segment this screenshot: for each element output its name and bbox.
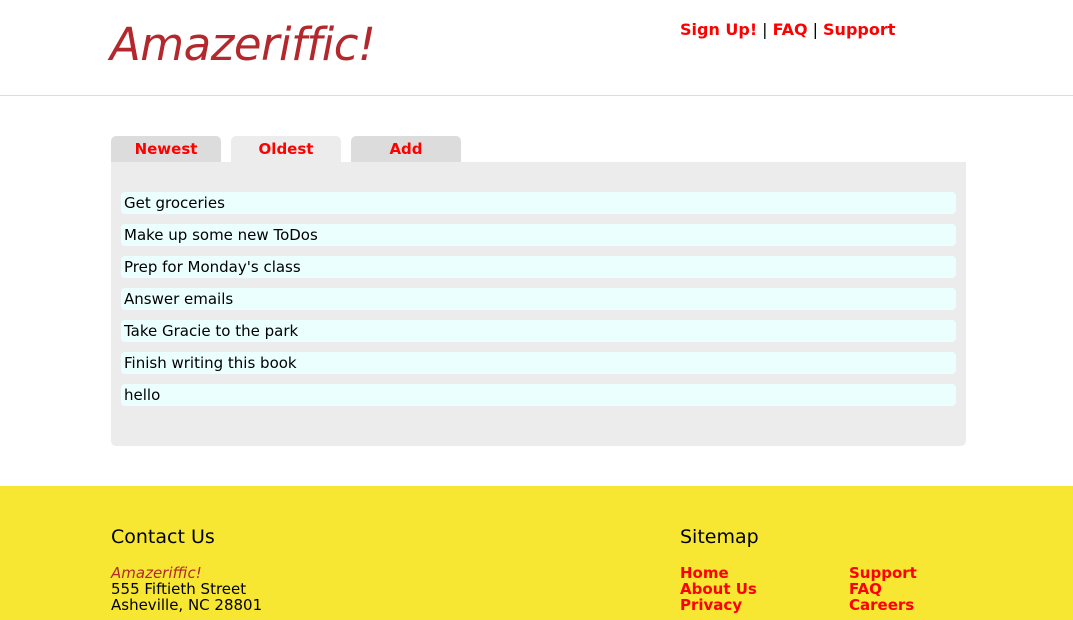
contact-city: Asheville, NC 28801	[111, 596, 263, 614]
contact-brand: Amazeriffic!	[111, 564, 202, 582]
support-link[interactable]: Support	[823, 20, 895, 39]
sitemap-careers-link[interactable]: Careers	[849, 597, 917, 613]
sitemap-about-link[interactable]: About Us	[680, 581, 757, 597]
tab-oldest[interactable]: Oldest	[231, 136, 341, 162]
nav-separator: |	[762, 20, 768, 39]
todo-list: Get groceries Make up some new ToDos Pre…	[121, 192, 956, 416]
sitemap-faq-link[interactable]: FAQ	[849, 581, 917, 597]
site-footer: Contact Us Amazeriffic! 555 Fiftieth Str…	[0, 486, 1073, 620]
todo-item[interactable]: Take Gracie to the park	[121, 320, 956, 342]
contact-heading: Contact Us	[111, 526, 215, 548]
top-nav: Sign Up! | FAQ | Support	[680, 20, 895, 39]
todo-item[interactable]: hello	[121, 384, 956, 406]
contact-section: Contact Us Amazeriffic! 555 Fiftieth Str…	[111, 526, 262, 613]
todo-item[interactable]: Finish writing this book	[121, 352, 956, 374]
todo-item[interactable]: Answer emails	[121, 288, 956, 310]
faq-link[interactable]: FAQ	[773, 20, 808, 39]
nav-separator: |	[812, 20, 819, 39]
todo-item[interactable]: Prep for Monday's class	[121, 256, 956, 278]
sitemap-heading: Sitemap	[680, 526, 759, 548]
todo-panel: Get groceries Make up some new ToDos Pre…	[111, 162, 966, 446]
todo-item[interactable]: Get groceries	[121, 192, 956, 214]
site-logo[interactable]: Amazeriffic!	[110, 18, 376, 71]
todo-item[interactable]: Make up some new ToDos	[121, 224, 956, 246]
tab-add[interactable]: Add	[351, 136, 461, 162]
sitemap-privacy-link[interactable]: Privacy	[680, 597, 757, 613]
contact-street: 555 Fiftieth Street	[111, 580, 247, 598]
sitemap-home-link[interactable]: Home	[680, 565, 757, 581]
tab-newest[interactable]: Newest	[111, 136, 221, 162]
sitemap-support-link[interactable]: Support	[849, 565, 917, 581]
sitemap-section: Sitemap Home About Us Privacy Support FA…	[680, 526, 980, 620]
signup-link[interactable]: Sign Up!	[680, 20, 757, 39]
site-header: Amazeriffic! Sign Up! | FAQ | Support	[0, 0, 1073, 96]
